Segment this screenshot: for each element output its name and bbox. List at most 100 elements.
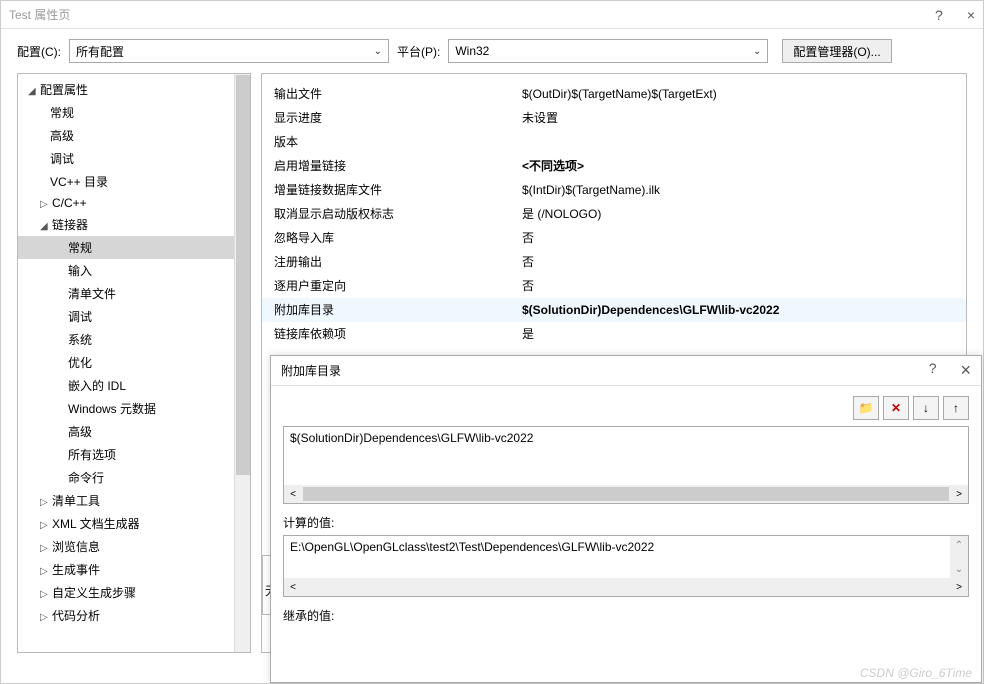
property-row[interactable]: 逐用户重定向否: [262, 274, 966, 298]
platform-select[interactable]: Win32 ⌄: [448, 39, 768, 63]
computed-label: 计算的值:: [283, 514, 969, 531]
property-row[interactable]: 增量链接数据库文件$(IntDir)$(TargetName).ilk: [262, 178, 966, 202]
property-row[interactable]: 忽略导入库否: [262, 226, 966, 250]
delete-icon: ✕: [891, 401, 901, 415]
horizontal-scrollbar[interactable]: < >: [284, 578, 968, 596]
inherited-label: 继承的值:: [283, 607, 969, 624]
tree-item[interactable]: 所有选项: [18, 443, 234, 466]
property-row[interactable]: 链接库依赖项是: [262, 322, 966, 346]
config-value: 所有配置: [76, 43, 124, 60]
arrow-down-icon: ◢: [40, 221, 52, 232]
computed-value: E:\OpenGL\OpenGLclass\test2\Test\Depende…: [290, 540, 962, 554]
tree-root[interactable]: ◢配置属性: [18, 78, 234, 101]
property-value[interactable]: 是: [522, 324, 954, 344]
tree-scrollbar[interactable]: [234, 74, 250, 652]
property-key: 附加库目录: [274, 300, 522, 320]
config-select[interactable]: 所有配置 ⌄: [69, 39, 389, 63]
move-up-button[interactable]: ↑: [943, 396, 969, 420]
tree-item[interactable]: ▷XML 文档生成器: [18, 512, 234, 535]
property-row[interactable]: 注册输出否: [262, 250, 966, 274]
property-key: 链接库依赖项: [274, 324, 522, 344]
property-value[interactable]: 否: [522, 252, 954, 272]
platform-value: Win32: [455, 44, 489, 58]
property-value[interactable]: [522, 132, 954, 152]
tree-item[interactable]: ▷代码分析: [18, 604, 234, 627]
arrow-right-icon: ▷: [40, 520, 52, 531]
tree-item[interactable]: 嵌入的 IDL: [18, 374, 234, 397]
tree-item[interactable]: 命令行: [18, 466, 234, 489]
tree-item[interactable]: ▷浏览信息: [18, 535, 234, 558]
property-row[interactable]: 附加库目录$(SolutionDir)Dependences\GLFW\lib-…: [262, 298, 966, 322]
scroll-left-arrow[interactable]: <: [284, 578, 302, 596]
tree-item-linker[interactable]: ◢链接器: [18, 213, 234, 236]
scroll-up-arrow[interactable]: ⌃: [950, 536, 968, 554]
arrow-right-icon: ▷: [40, 566, 52, 577]
property-row[interactable]: 版本: [262, 130, 966, 154]
tree-item[interactable]: Windows 元数据: [18, 397, 234, 420]
tree-item[interactable]: 输入: [18, 259, 234, 282]
tree-item[interactable]: 高级: [18, 124, 234, 147]
tree-item[interactable]: ▷清单工具: [18, 489, 234, 512]
property-row[interactable]: 显示进度未设置: [262, 106, 966, 130]
property-value[interactable]: 未设置: [522, 108, 954, 128]
property-value[interactable]: 否: [522, 276, 954, 296]
tree-panel: ◢配置属性 常规 高级 调试 VC++ 目录 ▷C/C++ ◢链接器 常规 输入…: [17, 73, 251, 653]
dialog-body: 📁 ✕ ↓ ↑ $(SolutionDir)Dependences\GLFW\l…: [271, 386, 981, 638]
vertical-scrollbar[interactable]: ⌃ ⌄: [950, 536, 968, 578]
scroll-right-arrow[interactable]: >: [950, 578, 968, 596]
horizontal-scrollbar[interactable]: < >: [284, 485, 968, 503]
arrow-down-icon: ↓: [923, 401, 929, 415]
tree-item[interactable]: 高级: [18, 420, 234, 443]
arrow-down-icon: ◢: [28, 86, 40, 97]
tree-item[interactable]: 清单文件: [18, 282, 234, 305]
new-folder-button[interactable]: 📁: [853, 396, 879, 420]
property-value[interactable]: <不同选项>: [522, 156, 954, 176]
scrollbar-thumb[interactable]: [303, 487, 949, 501]
dialog-close-button[interactable]: ×: [960, 360, 971, 381]
property-value[interactable]: 否: [522, 228, 954, 248]
tree-item-linker-general[interactable]: 常规: [18, 236, 234, 259]
property-value[interactable]: $(SolutionDir)Dependences\GLFW\lib-vc202…: [522, 300, 954, 320]
property-tree: ◢配置属性 常规 高级 调试 VC++ 目录 ▷C/C++ ◢链接器 常规 输入…: [18, 74, 234, 652]
property-value[interactable]: 是 (/NOLOGO): [522, 204, 954, 224]
close-button[interactable]: ×: [967, 7, 975, 23]
property-row[interactable]: 输出文件$(OutDir)$(TargetName)$(TargetExt): [262, 82, 966, 106]
tree-item[interactable]: 系统: [18, 328, 234, 351]
scroll-right-arrow[interactable]: >: [950, 485, 968, 503]
tree-item[interactable]: 常规: [18, 101, 234, 124]
scroll-down-arrow[interactable]: ⌄: [950, 560, 968, 578]
tree-item[interactable]: ▷自定义生成步骤: [18, 581, 234, 604]
config-manager-button[interactable]: 配置管理器(O)...: [782, 39, 891, 63]
scrollbar-thumb[interactable]: [236, 75, 250, 475]
directories-list[interactable]: $(SolutionDir)Dependences\GLFW\lib-vc202…: [283, 426, 969, 504]
tree-item[interactable]: 优化: [18, 351, 234, 374]
property-key: 逐用户重定向: [274, 276, 522, 296]
move-down-button[interactable]: ↓: [913, 396, 939, 420]
property-row[interactable]: 取消显示启动版权标志是 (/NOLOGO): [262, 202, 966, 226]
chevron-down-icon: ⌄: [374, 46, 382, 57]
help-button[interactable]: ?: [935, 7, 943, 23]
tree-item[interactable]: ▷生成事件: [18, 558, 234, 581]
tree-item[interactable]: 调试: [18, 305, 234, 328]
property-key: 输出文件: [274, 84, 522, 104]
arrow-right-icon: ▷: [40, 589, 52, 600]
titlebar-buttons: ? ×: [935, 7, 975, 23]
dialog-titlebar: 附加库目录 ? ×: [271, 356, 981, 386]
scroll-left-arrow[interactable]: <: [284, 485, 302, 503]
arrow-up-icon: ↑: [953, 401, 959, 415]
dialog-help-button[interactable]: ?: [929, 360, 937, 381]
tree-item[interactable]: 调试: [18, 147, 234, 170]
additional-lib-dialog: 附加库目录 ? × 📁 ✕ ↓ ↑ $(SolutionDir)Dependen…: [270, 355, 982, 683]
tree-item-cc[interactable]: ▷C/C++: [18, 193, 234, 213]
titlebar: Test 属性页 ? ×: [1, 1, 983, 29]
tree-item[interactable]: VC++ 目录: [18, 170, 234, 193]
toolbar: 配置(C): 所有配置 ⌄ 平台(P): Win32 ⌄ 配置管理器(O)...: [1, 29, 983, 73]
directory-entry[interactable]: $(SolutionDir)Dependences\GLFW\lib-vc202…: [290, 431, 962, 445]
property-value[interactable]: $(OutDir)$(TargetName)$(TargetExt): [522, 84, 954, 104]
property-row[interactable]: 启用增量链接<不同选项>: [262, 154, 966, 178]
arrow-right-icon: ▷: [40, 543, 52, 554]
property-key: 显示进度: [274, 108, 522, 128]
delete-button[interactable]: ✕: [883, 396, 909, 420]
arrow-right-icon: ▷: [40, 497, 52, 508]
property-value[interactable]: $(IntDir)$(TargetName).ilk: [522, 180, 954, 200]
